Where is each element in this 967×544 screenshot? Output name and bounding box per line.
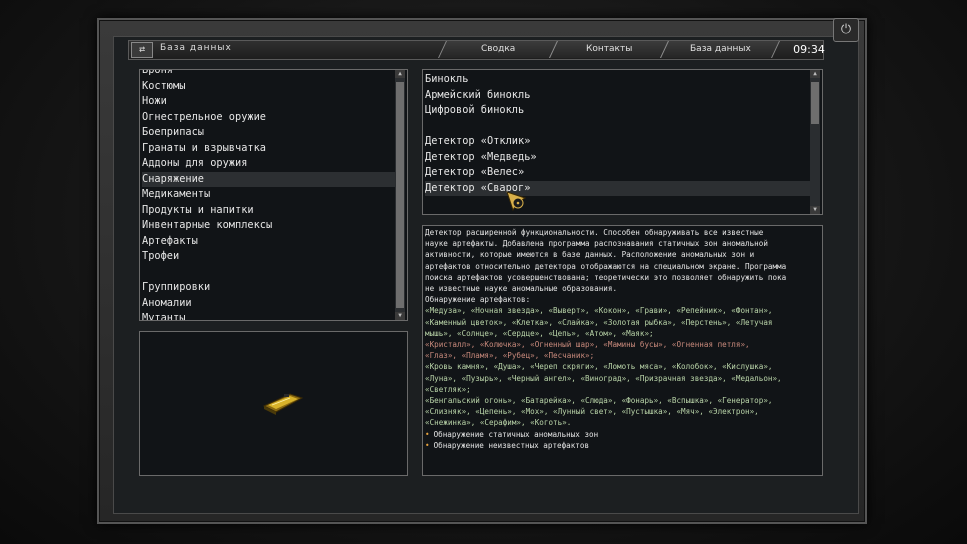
item-entry[interactable]: Детектор «Отклик» bbox=[425, 134, 530, 149]
category-item[interactable]: Инвентарные комплексы bbox=[142, 218, 272, 233]
scroll-up-icon[interactable]: ▲ bbox=[810, 70, 820, 78]
scroll-thumb[interactable] bbox=[396, 82, 404, 308]
description-line: «Слизняк», «Цепень», «Мох», «Лунный свет… bbox=[425, 407, 759, 417]
item-entry[interactable]: Детектор «Велес» bbox=[425, 165, 524, 180]
category-item[interactable]: Медикаменты bbox=[142, 187, 210, 202]
description-line: не известные науке аномальные образовани… bbox=[425, 284, 618, 294]
category-item[interactable]: Костюмы bbox=[142, 79, 185, 94]
detector-item-icon bbox=[262, 393, 304, 415]
description-line: «Бенгальский огонь», «Батарейка», «Слюда… bbox=[425, 396, 773, 406]
description-line: «Глаз», «Пламя», «Рубец», «Песчаник»; bbox=[425, 351, 595, 361]
description-line: Детектор расширенной функциональности. С… bbox=[425, 228, 764, 237]
category-item[interactable]: Гранаты и взрывчатка bbox=[142, 141, 266, 156]
category-scrollbar[interactable]: ▲ ▼ bbox=[395, 70, 405, 320]
description-line: активности, которые имеются в базе данны… bbox=[425, 250, 755, 260]
category-item[interactable]: Огнестрельное оружие bbox=[142, 110, 266, 125]
page-title: База данных bbox=[160, 43, 232, 53]
scroll-down-icon[interactable]: ▼ bbox=[395, 312, 405, 320]
scroll-thumb[interactable] bbox=[811, 82, 819, 124]
category-item[interactable]: Броня bbox=[142, 70, 173, 78]
description-line: артефактов относительно детектора отобра… bbox=[425, 261, 787, 271]
database-icon: ⇄ bbox=[131, 42, 153, 58]
category-item[interactable]: Группировки bbox=[142, 280, 210, 295]
description-line: мышь», «Солнце», «Сердце», «Цепь», «Атом… bbox=[425, 328, 654, 338]
category-item[interactable]: Продукты и напитки bbox=[142, 203, 254, 218]
scroll-up-icon[interactable]: ▲ bbox=[395, 70, 405, 78]
category-item[interactable]: Аномалии bbox=[142, 296, 192, 311]
feature-label: Обнаружение статичных аномальных зон bbox=[433, 429, 599, 439]
description-line: «Кристалл», «Колючка», «Огненный шар», «… bbox=[425, 340, 750, 350]
category-item[interactable]: Боеприпасы bbox=[142, 125, 204, 140]
item-entry[interactable]: Детектор «Медведь» bbox=[425, 150, 537, 165]
category-item[interactable]: Мутанты bbox=[142, 311, 185, 320]
feature-item: • Обнаружение статичных аномальных зон bbox=[425, 429, 817, 440]
tab-summary[interactable]: Сводка bbox=[438, 41, 558, 58]
item-entry[interactable]: Детектор «Сварог» bbox=[425, 180, 810, 196]
power-icon[interactable]: ⏻ bbox=[833, 18, 859, 42]
radiation-cursor-icon bbox=[506, 191, 527, 212]
feature-label: Обнаружение неизвестных артефактов bbox=[433, 440, 590, 450]
description-line: «Луна», «Пузырь», «Черный ангел», «Виног… bbox=[425, 373, 782, 383]
description-line: «Снежинка», «Серафим», «Коготь». bbox=[425, 418, 572, 428]
item-entry[interactable]: Бинокль bbox=[425, 72, 468, 87]
description-line: «Каменный цветок», «Клетка», «Слайка», «… bbox=[425, 317, 773, 327]
clock: 09:34 bbox=[793, 43, 825, 56]
bullet-icon: • bbox=[425, 429, 430, 439]
tab-contacts[interactable]: Контакты bbox=[549, 41, 669, 58]
item-scrollbar[interactable]: ▲ ▼ bbox=[810, 70, 820, 214]
feature-item: • Обнаружение неизвестных артефактов bbox=[425, 440, 817, 451]
item-list: Бинокль Армейский бинокль Цифровой бинокль… bbox=[422, 69, 823, 215]
category-item[interactable]: Артефакты bbox=[142, 234, 198, 249]
description-line: «Медуза», «Ночная звезда», «Выверт», «Ко… bbox=[425, 306, 773, 316]
description-line: поиска артефактов усовершенствована; тео… bbox=[425, 272, 787, 282]
category-item[interactable]: Ножи bbox=[142, 94, 167, 109]
description-line: «Светляк»; bbox=[425, 384, 471, 394]
category-list: Броня Костюмы Ножи Огнестрельное оружие Боеп… bbox=[139, 69, 408, 321]
tab-database[interactable]: База данных bbox=[660, 41, 780, 58]
item-entry[interactable]: Армейский бинокль bbox=[425, 88, 530, 103]
category-item[interactable]: Снаряжение bbox=[142, 171, 396, 187]
bullet-icon: • bbox=[425, 440, 430, 450]
item-entry[interactable]: Цифровой бинокль bbox=[425, 103, 524, 118]
item-description: Детектор расширенной функциональности. С… bbox=[425, 227, 817, 451]
description-line: науке артефакты. Добавлена программа рас… bbox=[425, 239, 768, 249]
category-item[interactable]: Трофеи bbox=[142, 249, 179, 264]
category-item[interactable]: Аддоны для оружия bbox=[142, 156, 247, 171]
detect-title: Обнаружение артефактов: bbox=[425, 295, 531, 305]
scroll-down-icon[interactable]: ▼ bbox=[810, 206, 820, 214]
description-line: «Кровь камня», «Душа», «Череп скряги», «… bbox=[425, 362, 773, 372]
